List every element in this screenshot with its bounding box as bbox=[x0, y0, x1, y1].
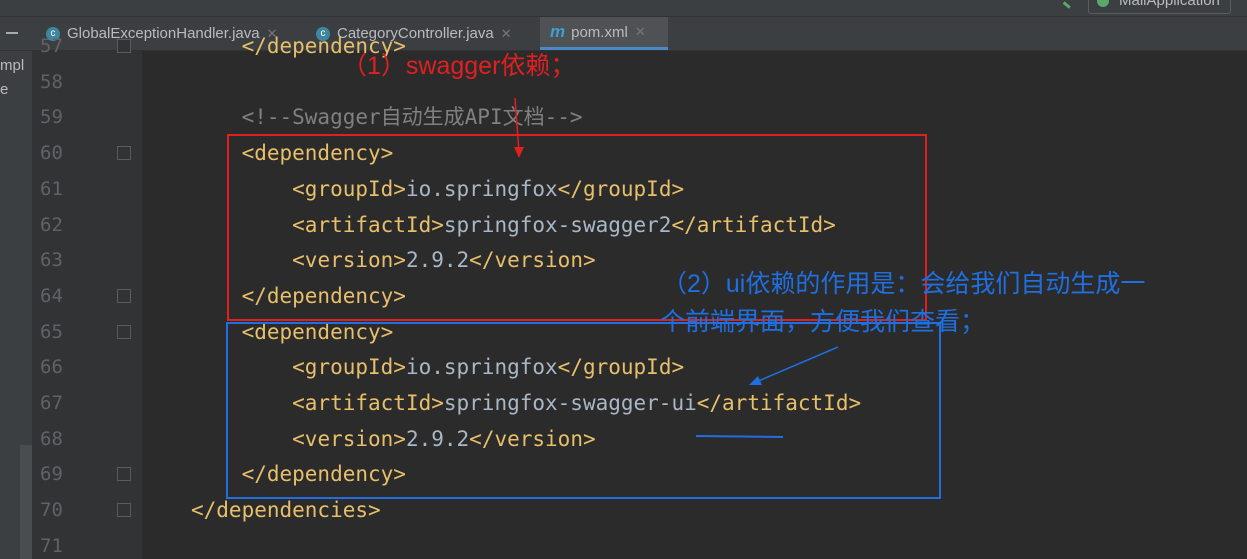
annotation-arrows bbox=[514, 97, 839, 438]
underline-ui bbox=[695, 435, 784, 438]
blue-arrow bbox=[755, 346, 839, 383]
red-arrowhead-icon bbox=[514, 147, 524, 158]
red-arrow bbox=[514, 97, 520, 153]
